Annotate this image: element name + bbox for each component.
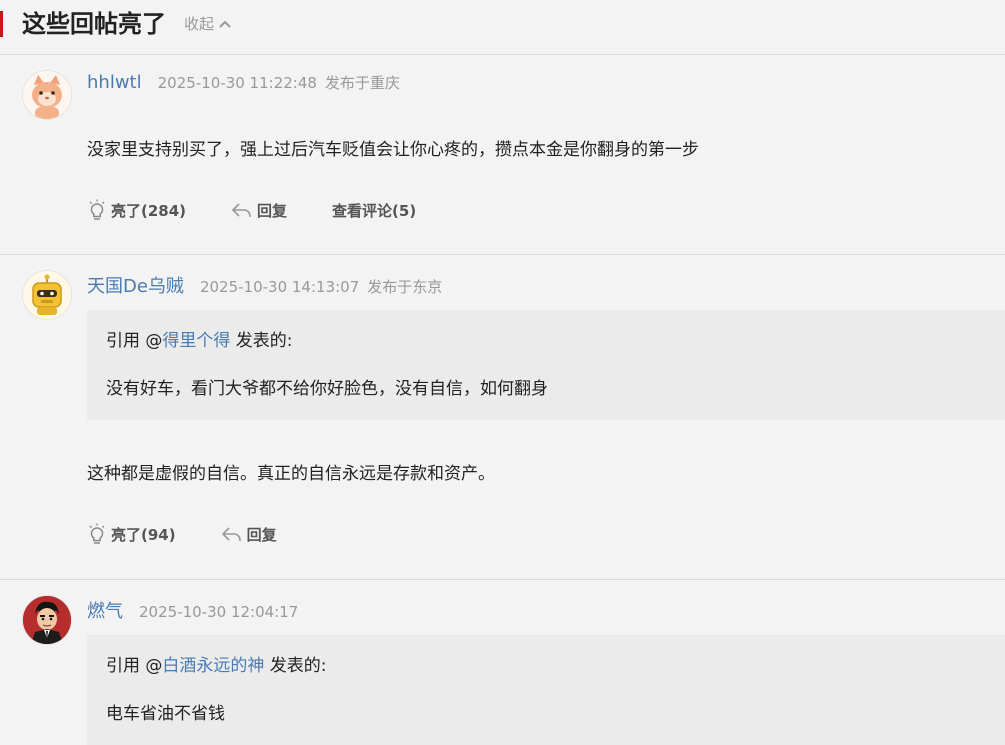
post-time: 2025-10-30 11:22:48 <box>157 74 317 92</box>
quoted-username[interactable]: 白酒永远的神 <box>162 656 264 676</box>
view-comments-button[interactable]: 查看评论(5) <box>332 200 416 221</box>
avatar[interactable] <box>22 70 72 120</box>
view-comments-label: 查看评论(5) <box>332 201 417 220</box>
action-bar: 亮了(284) 回复 查看评论(5) <box>87 199 416 221</box>
quote-header: 引用 @白酒永远的神 发表的: <box>106 651 327 676</box>
cat-avatar-icon <box>23 71 71 119</box>
lightbulb-icon <box>89 523 105 544</box>
username[interactable]: 天国De乌贼 <box>87 272 184 298</box>
post-location: 发布于重庆 <box>324 74 400 92</box>
reply-post: 燃气 2025-10-30 12:04:17 引用 @白酒永远的神 发表的: 电… <box>0 580 1005 745</box>
header-accent-bar <box>0 11 3 37</box>
reply-label: 回复 <box>257 201 288 220</box>
quote-header: 引用 @得里个得 发表的: <box>106 326 293 351</box>
avatar[interactable] <box>22 595 72 645</box>
quote-suffix: 发表的: <box>264 656 327 676</box>
avatar[interactable] <box>22 270 72 320</box>
like-label: 亮了(94) <box>111 525 176 544</box>
quote-block: 引用 @白酒永远的神 发表的: 电车省油不省钱 <box>87 635 1005 745</box>
collapse-label: 收起 <box>184 15 215 33</box>
reply-icon <box>231 203 251 217</box>
reply-content: 这种都是虚假的自信。真正的自信永远是存款和资产。 <box>87 464 495 484</box>
quote-suffix: 发表的: <box>230 331 293 351</box>
quote-text: 没有好车，看门大爷都不给你好脸色，没有自信，如何翻身 <box>106 379 548 399</box>
reply-icon <box>221 527 241 541</box>
username[interactable]: hhlwtl <box>87 72 142 93</box>
collapse-button[interactable]: 收起 <box>184 13 232 35</box>
reply-button[interactable]: 回复 <box>221 524 277 545</box>
reply-label: 回复 <box>246 525 277 544</box>
post-time: 2025-10-30 12:04:17 <box>139 603 299 621</box>
post-location: 发布于东京 <box>367 278 443 296</box>
lightbulb-icon <box>89 199 105 220</box>
chevron-up-icon <box>219 20 231 28</box>
quoted-username[interactable]: 得里个得 <box>162 331 230 351</box>
like-button[interactable]: 亮了(284) <box>87 199 186 221</box>
section-title: 这些回帖亮了 <box>22 10 166 38</box>
reply-post: 天国De乌贼 2025-10-30 14:13:07 发布于东京 引用 @得里个… <box>0 255 1005 580</box>
quote-text: 电车省油不省钱 <box>106 704 225 724</box>
reply-button[interactable]: 回复 <box>231 200 287 221</box>
reply-post: hhlwtl 2025-10-30 11:22:48 发布于重庆 没家里支持别买… <box>0 55 1005 255</box>
like-button[interactable]: 亮了(94) <box>87 523 176 545</box>
reply-content: 没家里支持别买了，强上过后汽车贬值会让你心疼的，攒点本金是你翻身的第一步 <box>87 140 699 160</box>
quote-prefix: 引用 @ <box>106 656 163 676</box>
action-bar: 亮了(94) 回复 <box>87 523 277 545</box>
username[interactable]: 燃气 <box>87 597 123 623</box>
quote-prefix: 引用 @ <box>106 331 163 351</box>
section-header: 这些回帖亮了 收起 <box>0 0 1005 55</box>
like-label: 亮了(284) <box>111 201 187 220</box>
post-time: 2025-10-30 14:13:07 <box>199 278 360 296</box>
cartoon-man-avatar-icon <box>23 596 71 644</box>
robot-avatar-icon <box>23 271 71 319</box>
quote-block: 引用 @得里个得 发表的: 没有好车，看门大爷都不给你好脸色，没有自信，如何翻身 <box>87 310 1005 420</box>
